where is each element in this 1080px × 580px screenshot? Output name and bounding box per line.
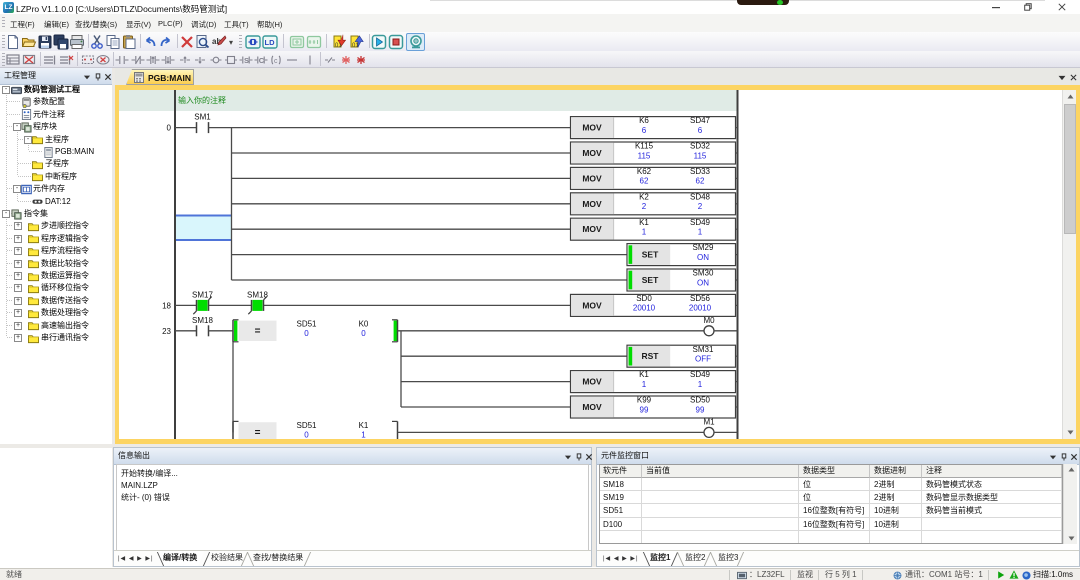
svg-text:SET: SET (642, 275, 659, 285)
svg-text:ON: ON (697, 253, 709, 262)
svg-text:SM1: SM1 (194, 113, 211, 122)
svg-text:K0: K0 (359, 319, 369, 328)
svg-text:1: 1 (642, 228, 647, 237)
svg-text:SM18: SM18 (247, 290, 268, 299)
svg-text:=: = (255, 427, 261, 438)
svg-text:K62: K62 (637, 167, 652, 176)
svg-text:62: 62 (696, 177, 705, 186)
svg-text:SD33: SD33 (690, 167, 711, 176)
svg-text:SD0: SD0 (636, 294, 652, 303)
svg-text:SM31: SM31 (693, 345, 714, 354)
svg-text:SM18: SM18 (192, 316, 213, 325)
svg-text:1: 1 (698, 380, 703, 389)
svg-text:=: = (255, 326, 261, 337)
svg-text:115: 115 (694, 151, 707, 160)
svg-text:SM17: SM17 (192, 290, 213, 299)
svg-text:SD47: SD47 (690, 116, 711, 125)
svg-text:RST: RST (642, 351, 660, 361)
svg-text:SM30: SM30 (693, 269, 714, 278)
svg-text:0: 0 (361, 329, 366, 338)
svg-text:MOV: MOV (582, 300, 602, 310)
svg-text:ON: ON (697, 278, 709, 287)
svg-text:MOV: MOV (582, 199, 602, 209)
svg-text:18: 18 (162, 301, 171, 310)
svg-text:K1: K1 (639, 370, 649, 379)
svg-text:K6: K6 (639, 116, 649, 125)
svg-text:20010: 20010 (689, 304, 712, 313)
svg-text:2: 2 (698, 202, 703, 211)
svg-text:20010: 20010 (633, 304, 656, 313)
svg-text:S: S (244, 56, 249, 65)
svg-text:M1: M1 (703, 417, 715, 426)
svg-text:MOV: MOV (582, 148, 602, 158)
svg-text:MOV: MOV (582, 402, 602, 412)
svg-text:SD51: SD51 (296, 319, 317, 328)
svg-text:K99: K99 (637, 396, 652, 405)
svg-text:MOV: MOV (582, 123, 602, 133)
svg-text:MOV: MOV (582, 377, 602, 387)
svg-text:SD32: SD32 (690, 142, 711, 151)
svg-text:0: 0 (304, 431, 309, 439)
svg-text:0: 0 (304, 329, 309, 338)
svg-text:SET: SET (642, 250, 659, 260)
svg-text:23: 23 (162, 327, 171, 336)
svg-text:1: 1 (698, 228, 703, 237)
svg-text:LD: LD (265, 38, 276, 47)
svg-text:99: 99 (696, 405, 705, 414)
svg-text:OFF: OFF (695, 355, 711, 364)
svg-text:SD51: SD51 (296, 421, 317, 430)
svg-text:1: 1 (361, 431, 366, 439)
svg-text:K2: K2 (639, 192, 649, 201)
svg-text:0: 0 (167, 124, 172, 133)
svg-text:99: 99 (640, 405, 649, 414)
svg-text:K115: K115 (635, 142, 654, 151)
svg-text:c: c (274, 58, 278, 65)
svg-text:SM29: SM29 (693, 243, 714, 252)
svg-text:MOV: MOV (582, 224, 602, 234)
svg-text:6: 6 (698, 126, 703, 135)
svg-text:SD56: SD56 (690, 294, 711, 303)
svg-text:SD49: SD49 (690, 218, 711, 227)
svg-text:MOV: MOV (582, 173, 602, 183)
svg-text:2: 2 (642, 202, 647, 211)
svg-text:K1: K1 (359, 421, 369, 430)
svg-text:62: 62 (640, 177, 649, 186)
svg-text:6: 6 (642, 126, 647, 135)
svg-text:1: 1 (642, 380, 647, 389)
svg-text:C: C (259, 56, 265, 65)
svg-text:SD48: SD48 (690, 192, 711, 201)
svg-text:SD49: SD49 (690, 370, 711, 379)
svg-text:SD50: SD50 (690, 396, 711, 405)
svg-text:M0: M0 (703, 316, 715, 325)
svg-text:K1: K1 (639, 218, 649, 227)
svg-text:115: 115 (638, 151, 651, 160)
